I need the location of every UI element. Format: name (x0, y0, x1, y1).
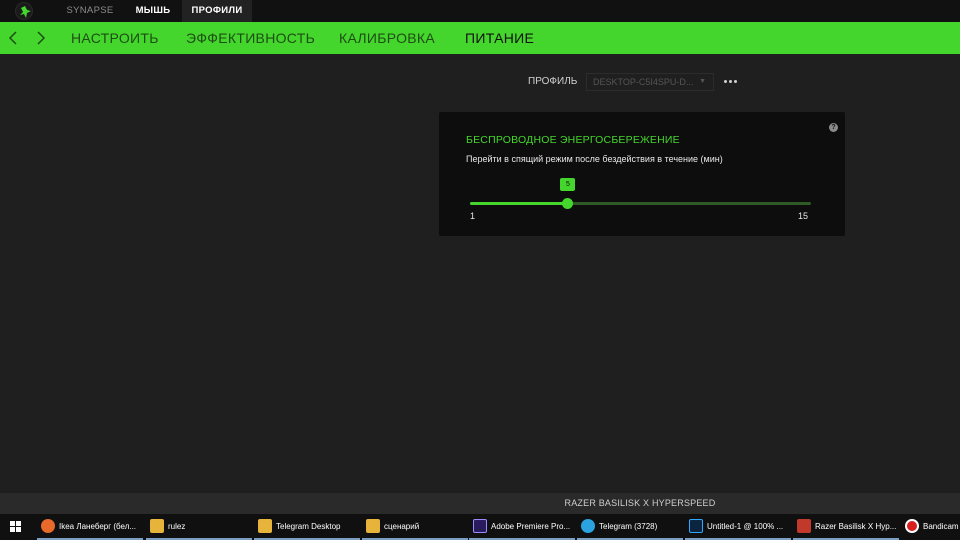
bandicam-icon (905, 519, 919, 533)
profile-label: ПРОФИЛЬ (528, 76, 578, 87)
slider-value-bubble: 5 (560, 178, 576, 191)
firefox-icon (41, 519, 55, 533)
taskbar-item-label: Untitled-1 @ 100% ... (707, 522, 784, 531)
taskbar-item-label: Bandicam (923, 522, 959, 531)
forward-arrow-icon[interactable] (33, 30, 47, 46)
nav-bar: НАСТРОИТЬ ЭФФЕКТИВНОСТЬ КАЛИБРОВКА ПИТАН… (0, 22, 960, 54)
slider-max-label: 15 (798, 211, 809, 221)
premiere-icon (473, 519, 487, 533)
device-name-text: RAZER BASILISK X HYPERSPEED (564, 498, 716, 508)
tab-power[interactable]: ПИТАНИЕ (465, 22, 534, 54)
taskbar-item-bandicam[interactable]: Bandicam (901, 514, 960, 540)
taskbar-item-premiere[interactable]: Adobe Premiere Pro... (469, 514, 575, 540)
taskbar-item-label: Adobe Premiere Pro... (491, 522, 571, 531)
windows-start-icon[interactable] (10, 521, 22, 533)
wireless-power-saving-card: ? БЕСПРОВОДНОЕ ЭНЕРГОСБЕРЕЖЕНИЕ Перейти … (439, 112, 845, 236)
folder-icon (258, 519, 272, 533)
taskbar-item-label: сценарий (384, 522, 420, 531)
tab-calibration[interactable]: КАЛИБРОВКА (339, 22, 435, 54)
folder-icon (150, 519, 164, 533)
taskbar-item-label: rulez (168, 522, 186, 531)
taskbar-item-telegram-desktop[interactable]: Telegram Desktop (254, 514, 360, 540)
taskbar-item-photoshop[interactable]: Untitled-1 @ 100% ... (685, 514, 791, 540)
telegram-icon (581, 519, 595, 533)
slider-min-label: 1 (470, 211, 476, 221)
tab-customize[interactable]: НАСТРОИТЬ (71, 22, 159, 54)
razer-logo-icon (15, 2, 33, 20)
slider-handle[interactable] (562, 198, 574, 209)
card-title: БЕСПРОВОДНОЕ ЭНЕРГОСБЕРЕЖЕНИЕ (466, 134, 680, 146)
device-name: RAZER BASILISK X HYPERSPEED (0, 498, 960, 508)
taskbar-item-label: Telegram Desktop (276, 522, 341, 531)
title-bar: SYNAPSE МЫШЬ ПРОФИЛИ (0, 0, 960, 22)
taskbar-item-label: Telegram (3728) (599, 522, 658, 531)
taskbar-item-telegram[interactable]: Telegram (3728) (577, 514, 683, 540)
tab-mouse[interactable]: МЫШЬ (125, 0, 181, 22)
taskbar-item-rulez[interactable]: rulez (146, 514, 252, 540)
more-options-icon[interactable] (724, 72, 738, 90)
tab-profiles[interactable]: ПРОФИЛИ (182, 0, 252, 22)
razer-synapse-window: SYNAPSE МЫШЬ ПРОФИЛИ НАСТРОИТЬ ЭФФЕКТИВН… (0, 0, 960, 514)
tab-synapse[interactable]: SYNAPSE (58, 0, 122, 22)
taskbar-item-label: Ikea Ланеберг (бел... (59, 522, 137, 531)
slider-fill (470, 202, 568, 205)
folder-icon (366, 519, 380, 533)
profile-dropdown-value: DESKTOP-C5I4SPU-D... (593, 77, 694, 87)
razer-synapse-icon (797, 519, 811, 533)
taskbar-item-razer-synapse[interactable]: Razer Basilisk X Hyp... (793, 514, 899, 540)
taskbar-item-label: Razer Basilisk X Hyp... (815, 522, 897, 531)
device-footer: RAZER BASILISK X HYPERSPEED (0, 493, 960, 514)
photoshop-icon (689, 519, 703, 533)
sleep-timeout-slider[interactable]: 5 (470, 178, 811, 209)
help-icon[interactable]: ? (829, 123, 838, 132)
taskbar-item-scenario[interactable]: сценарий (362, 514, 468, 540)
profile-dropdown[interactable]: DESKTOP-C5I4SPU-D... ▼ (586, 73, 714, 91)
chevron-down-icon: ▼ (699, 78, 706, 85)
windows-taskbar: Ikea Ланеберг (бел... rulez Telegram Des… (0, 514, 960, 540)
back-arrow-icon[interactable] (7, 30, 21, 46)
card-description: Перейти в спящий режим после бездействия… (466, 154, 723, 164)
tab-performance[interactable]: ЭФФЕКТИВНОСТЬ (186, 22, 315, 54)
taskbar-item-firefox[interactable]: Ikea Ланеберг (бел... (37, 514, 143, 540)
